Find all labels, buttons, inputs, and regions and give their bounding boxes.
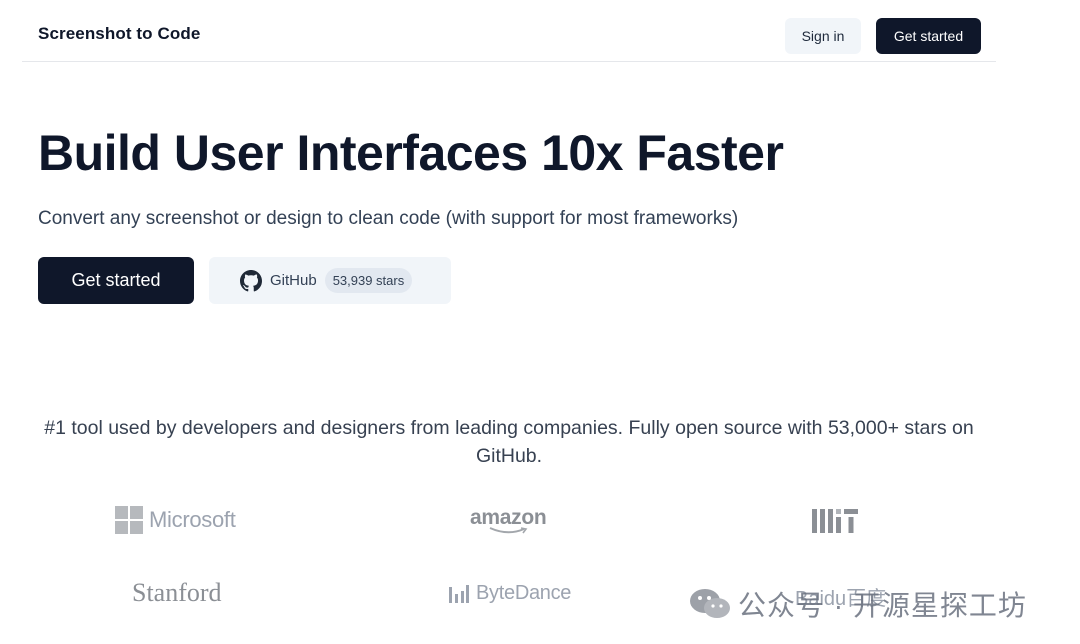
stanford-logo: Stanford [132,578,222,608]
github-stars-badge: 53,939 stars [324,268,413,293]
github-stars-button[interactable]: GitHub 53,939 stars [209,257,451,304]
wechat-icon [690,589,730,618]
microsoft-logo: Microsoft [115,506,236,534]
amazon-logo: amazon [470,505,547,535]
wechat-watermark: 公众号 · 开源星探工坊 [688,584,1027,624]
brand-name[interactable]: Screenshot to Code [38,24,200,44]
watermark-text: 公众号 · 开源星探工坊 [738,590,1027,621]
hero-title: Build User Interfaces 10x Faster [38,125,784,181]
site-header: Screenshot to Code Sign in Get started [22,0,996,62]
mit-logo [810,507,860,535]
microsoft-logo-text: Microsoft [149,507,236,532]
sign-in-button[interactable]: Sign in [785,18,861,54]
social-proof-text: #1 tool used by developers and designers… [44,417,974,467]
header-get-started-button[interactable]: Get started [876,18,981,54]
landing-page: Screenshot to Code Sign in Get started B… [0,0,1080,644]
amazon-smile-icon [489,527,528,534]
stanford-logo-text: Stanford [132,578,222,607]
bytedance-logo-text: ByteDance [476,582,572,604]
hero-get-started-button[interactable]: Get started [38,257,194,304]
bytedance-bars-icon [449,584,469,603]
microsoft-windows-icon [115,506,143,534]
bytedance-logo: ByteDance [448,582,571,605]
github-label: GitHub [270,272,317,289]
mit-logo-mark [812,509,858,533]
github-icon [240,269,262,292]
hero-subtitle: Convert any screenshot or design to clea… [38,208,739,229]
